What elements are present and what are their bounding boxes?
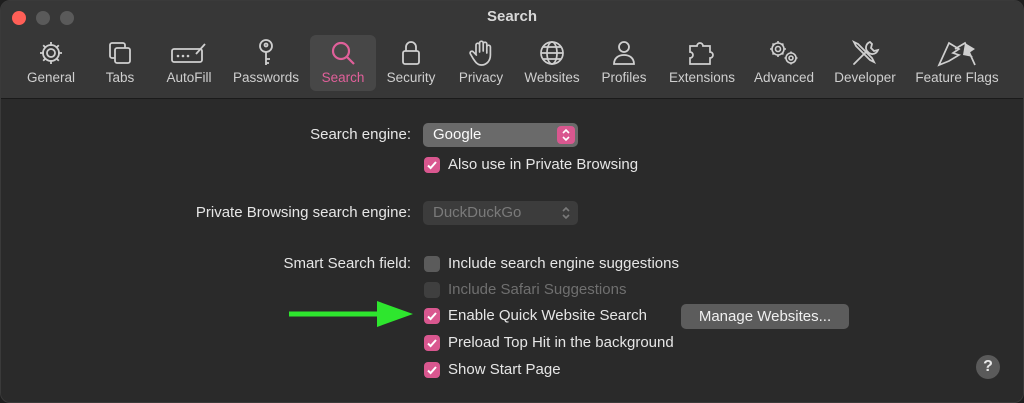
private-engine-label: Private Browsing search engine:	[195, 204, 411, 221]
search-settings-pane: Search engine: Google Also use in Privat…	[1, 100, 1023, 402]
show-start-page-label: Show Start Page	[448, 361, 561, 378]
tab-search-label: Search	[321, 70, 365, 85]
titlebar: Search General Tabs AutoFill Passwords S…	[1, 1, 1023, 99]
private-engine-popup[interactable]: DuckDuckGo	[423, 201, 578, 225]
tab-advanced-label: Advanced	[753, 70, 815, 85]
gears-icon	[767, 37, 801, 69]
checkmark-icon	[427, 161, 437, 170]
tab-extensions[interactable]: Extensions	[664, 35, 740, 91]
tab-developer[interactable]: Developer	[829, 35, 901, 91]
gear-icon	[38, 37, 64, 69]
tab-passwords[interactable]: Passwords	[229, 35, 303, 91]
private-browsing-label: Also use in Private Browsing	[448, 156, 639, 173]
search-suggestions-label: Include search engine suggestions	[448, 255, 679, 272]
tab-feature-flags-label: Feature Flags	[915, 70, 999, 85]
preload-top-hit-label: Preload Top Hit in the background	[448, 334, 674, 351]
search-engine-popup[interactable]: Google	[423, 123, 578, 147]
tab-security[interactable]: Security	[381, 35, 441, 91]
quick-website-search-label: Enable Quick Website Search	[448, 307, 647, 324]
tab-general[interactable]: General	[21, 35, 81, 91]
tab-privacy-label: Privacy	[458, 70, 504, 85]
tab-autofill-label: AutoFill	[166, 70, 212, 85]
tab-privacy[interactable]: Privacy	[453, 35, 509, 91]
preferences-toolbar: General Tabs AutoFill Passwords Search S…	[1, 35, 1023, 91]
key-icon	[255, 37, 277, 69]
tab-passwords-label: Passwords	[232, 70, 300, 85]
tab-general-label: General	[26, 70, 76, 85]
autofill-icon	[170, 37, 208, 69]
magnifier-icon	[329, 37, 357, 69]
flags-icon	[935, 37, 979, 69]
safari-suggestions-label: Include Safari Suggestions	[448, 281, 627, 298]
tab-tabs[interactable]: Tabs	[95, 35, 145, 91]
window-title: Search	[486, 8, 538, 25]
search-suggestions-checkbox[interactable]	[424, 256, 440, 272]
tab-websites[interactable]: Websites	[519, 35, 585, 91]
safari-suggestions-checkbox[interactable]	[424, 282, 440, 298]
search-engine-value: Google	[433, 126, 482, 143]
tab-search[interactable]: Search	[310, 35, 376, 91]
tab-feature-flags[interactable]: Feature Flags	[909, 35, 1005, 91]
chevron-updown-icon	[557, 204, 575, 222]
annotation-arrow-icon	[289, 301, 413, 327]
manage-websites-button[interactable]: Manage Websites...	[681, 304, 849, 329]
show-start-page-checkbox[interactable]	[424, 362, 440, 378]
preferences-window: Search General Tabs AutoFill Passwords S…	[0, 0, 1024, 403]
tab-profiles-label: Profiles	[601, 70, 647, 85]
smart-search-label: Smart Search field:	[283, 255, 411, 272]
tab-profiles[interactable]: Profiles	[595, 35, 653, 91]
wrench-icon	[850, 37, 880, 69]
puzzle-icon	[687, 37, 717, 69]
checkmark-icon	[427, 366, 437, 375]
search-engine-label: Search engine:	[310, 126, 411, 143]
globe-icon	[538, 37, 566, 69]
tab-tabs-label: Tabs	[105, 70, 135, 85]
tabs-icon	[107, 37, 133, 69]
preload-top-hit-checkbox[interactable]	[424, 335, 440, 351]
help-button[interactable]: ?	[976, 355, 1000, 379]
tab-security-label: Security	[386, 70, 436, 85]
quick-website-search-checkbox[interactable]	[424, 308, 440, 324]
checkmark-icon	[427, 339, 437, 348]
chevron-updown-icon	[557, 126, 575, 144]
checkmark-icon	[427, 312, 437, 321]
tab-autofill[interactable]: AutoFill	[157, 35, 221, 91]
hand-icon	[469, 37, 493, 69]
private-browsing-checkbox[interactable]	[424, 157, 440, 173]
tab-developer-label: Developer	[834, 70, 896, 85]
tab-websites-label: Websites	[524, 70, 580, 85]
private-engine-value: DuckDuckGo	[433, 204, 522, 221]
tab-advanced[interactable]: Advanced	[749, 35, 819, 91]
tab-extensions-label: Extensions	[668, 70, 736, 85]
person-icon	[612, 37, 636, 69]
lock-icon	[400, 37, 422, 69]
